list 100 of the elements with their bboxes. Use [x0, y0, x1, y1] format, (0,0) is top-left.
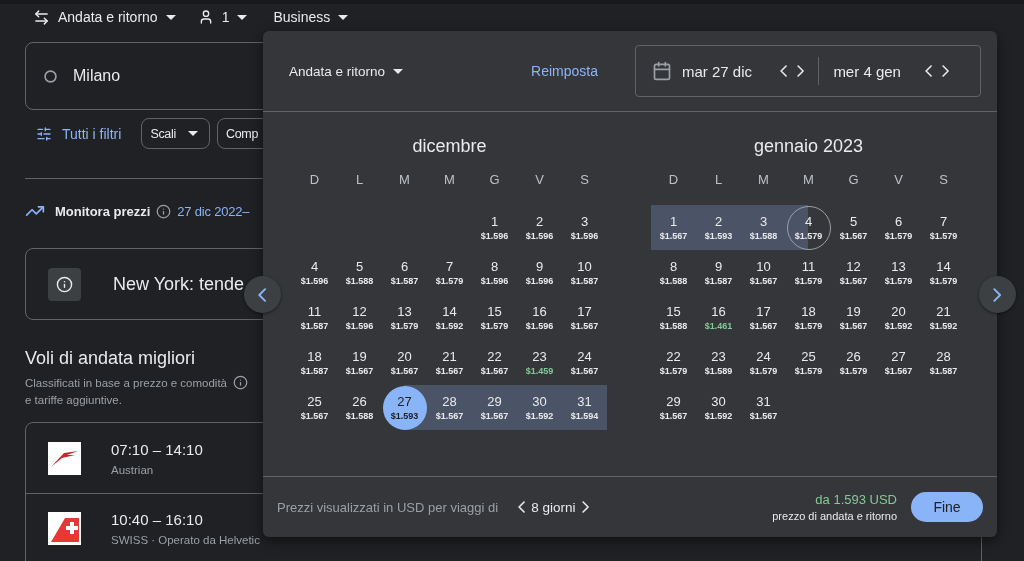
- calendar-day[interactable]: 29 $1.567: [472, 385, 517, 430]
- trip-type-dropdown[interactable]: Andata e ritorno: [289, 63, 404, 79]
- day-price: $1.567: [570, 365, 599, 376]
- reset-link[interactable]: Reimposta: [531, 63, 598, 79]
- next-day-button[interactable]: [941, 65, 949, 77]
- calendar-day[interactable]: 16 $1.596: [517, 295, 562, 340]
- calendar-day[interactable]: 14 $1.592: [427, 295, 472, 340]
- calendar-day[interactable]: 27 $1.567: [876, 340, 921, 385]
- calendar-day[interactable]: 8 $1.588: [651, 250, 696, 295]
- day-price: $1.579: [839, 365, 868, 376]
- next-day-button[interactable]: [797, 65, 805, 77]
- calendar-day[interactable]: 31 $1.594: [562, 385, 607, 430]
- calendar-icon: [652, 61, 672, 81]
- calendar-day[interactable]: 19 $1.567: [337, 340, 382, 385]
- calendar-day[interactable]: 7 $1.579: [921, 205, 966, 250]
- calendar-day[interactable]: 26 $1.579: [831, 340, 876, 385]
- previous-day-button[interactable]: [925, 65, 933, 77]
- calendar-day[interactable]: 24 $1.579: [741, 340, 786, 385]
- calendar-day[interactable]: 18 $1.587: [292, 340, 337, 385]
- weekday-label: M: [444, 172, 455, 188]
- calendar-day[interactable]: 3 $1.588: [741, 205, 786, 250]
- all-filters-button[interactable]: Tutti i filtri: [25, 125, 135, 142]
- day-price: $1.589: [704, 365, 733, 376]
- day-price: $1.579: [390, 320, 419, 331]
- calendar-day[interactable]: 23 $1.459: [517, 340, 562, 385]
- calendar-day[interactable]: 9 $1.596: [517, 250, 562, 295]
- calendar-day[interactable]: 28 $1.567: [427, 385, 472, 430]
- calendar-day[interactable]: 8 $1.596: [472, 250, 517, 295]
- calendar-day[interactable]: 11 $1.587: [292, 295, 337, 340]
- section-subtitle: e tariffe aggiuntive.: [25, 394, 122, 406]
- calendar-day[interactable]: 18 $1.579: [786, 295, 831, 340]
- trip-type-dropdown[interactable]: Andata e ritorno: [33, 8, 176, 26]
- calendar-day[interactable]: 5 $1.588: [337, 250, 382, 295]
- calendar-day[interactable]: 21 $1.592: [921, 295, 966, 340]
- calendar-day[interactable]: 13 $1.579: [382, 295, 427, 340]
- weekday-label: V: [894, 172, 903, 188]
- previous-day-button[interactable]: [780, 65, 788, 77]
- day-price: $1.567: [480, 410, 509, 421]
- day-price: $1.596: [480, 275, 509, 286]
- round-trip-icon: [33, 8, 50, 26]
- calendar-day[interactable]: 2 $1.593: [696, 205, 741, 250]
- calendar-day[interactable]: 1 $1.567: [651, 205, 696, 250]
- calendar-day[interactable]: 10 $1.587: [562, 250, 607, 295]
- footer-note: Prezzi visualizzati in USD per viaggi di: [277, 499, 499, 515]
- calendar-day[interactable]: 24 $1.567: [562, 340, 607, 385]
- day-price: $1.587: [300, 320, 329, 331]
- day-price: $1.588: [659, 320, 688, 331]
- calendar-day[interactable]: 2 $1.596: [517, 205, 562, 250]
- dropdown-caret-icon: [165, 14, 176, 20]
- info-icon[interactable]: [156, 203, 172, 219]
- calendar-day[interactable]: 20 $1.592: [876, 295, 921, 340]
- calendar-day[interactable]: 23 $1.589: [696, 340, 741, 385]
- calendar-day[interactable]: 7 $1.579: [427, 250, 472, 295]
- calendar-day[interactable]: 4 $1.579: [786, 205, 831, 250]
- calendar-day[interactable]: 6 $1.579: [876, 205, 921, 250]
- calendar-day[interactable]: 22 $1.567: [472, 340, 517, 385]
- calendar-day[interactable]: 28 $1.587: [921, 340, 966, 385]
- calendar-day[interactable]: 19 $1.567: [831, 295, 876, 340]
- calendar-day[interactable]: 1 $1.596: [472, 205, 517, 250]
- day-price: $1.567: [884, 365, 913, 376]
- calendar-day[interactable]: 6 $1.587: [382, 250, 427, 295]
- calendar-day[interactable]: 14 $1.579: [921, 250, 966, 295]
- calendar-day[interactable]: 9 $1.587: [696, 250, 741, 295]
- filter-chip[interactable]: Scali: [141, 118, 210, 149]
- weekday-label: L: [714, 172, 723, 188]
- passengers-dropdown[interactable]: 1: [197, 9, 248, 25]
- calendar-day[interactable]: 21 $1.567: [427, 340, 472, 385]
- longer-trip-button[interactable]: [581, 501, 589, 513]
- calendar-day[interactable]: 12 $1.596: [337, 295, 382, 340]
- done-button[interactable]: Fine: [911, 492, 983, 522]
- day-price: $1.567: [570, 320, 599, 331]
- calendar-day[interactable]: 10 $1.567: [741, 250, 786, 295]
- shorter-trip-button[interactable]: [518, 501, 526, 513]
- day-price: $1.592: [884, 320, 913, 331]
- calendar-day[interactable]: 17 $1.567: [741, 295, 786, 340]
- day-price: $1.567: [749, 410, 778, 421]
- calendar-day[interactable]: 12 $1.567: [831, 250, 876, 295]
- calendar-day[interactable]: 27 $1.593: [382, 385, 427, 430]
- calendar-day[interactable]: 15 $1.588: [651, 295, 696, 340]
- calendar-day[interactable]: 3 $1.596: [562, 205, 607, 250]
- calendar-day[interactable]: 22 $1.579: [651, 340, 696, 385]
- calendar-day[interactable]: 20 $1.567: [382, 340, 427, 385]
- date-range-field[interactable]: mar 27 dic mer 4 gen: [635, 45, 981, 97]
- calendar-day[interactable]: 17 $1.567: [562, 295, 607, 340]
- calendar-day[interactable]: 30 $1.592: [517, 385, 562, 430]
- tracked-dates[interactable]: 27 dic 2022–: [177, 203, 250, 219]
- section-title: Voli di andata migliori: [25, 348, 196, 369]
- cabin-dropdown[interactable]: Business: [273, 9, 349, 25]
- day-price: $1.587: [390, 275, 419, 286]
- day-price: $1.459: [525, 365, 554, 376]
- calendar-day[interactable]: 15 $1.579: [472, 295, 517, 340]
- calendar-day[interactable]: 11 $1.579: [786, 250, 831, 295]
- calendar-day[interactable]: 13 $1.579: [876, 250, 921, 295]
- calendar-day[interactable]: 5 $1.567: [831, 205, 876, 250]
- month-title: gennaio 2023: [752, 136, 865, 158]
- calendar-day[interactable]: 25 $1.579: [786, 340, 831, 385]
- info-icon[interactable]: [233, 375, 248, 390]
- calendar-day[interactable]: 4 $1.596: [292, 250, 337, 295]
- calendar-day[interactable]: 16 $1.461: [696, 295, 741, 340]
- day-price: $1.567: [435, 365, 464, 376]
